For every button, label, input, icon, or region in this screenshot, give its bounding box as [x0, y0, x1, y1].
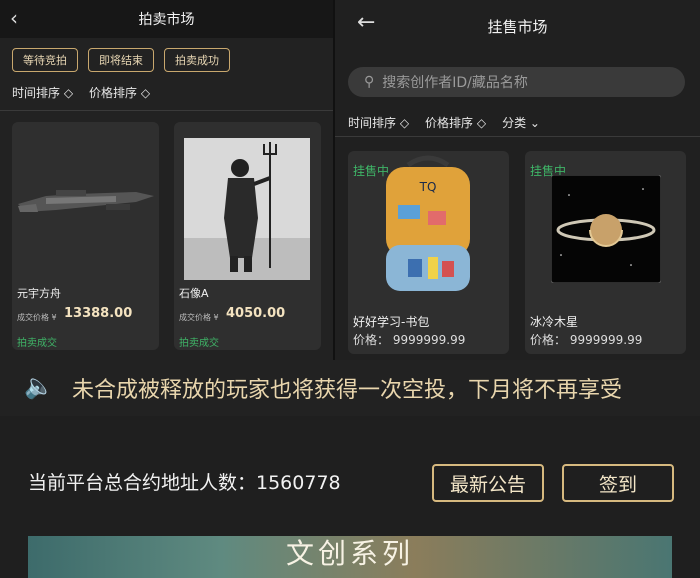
auction-market-panel: ‹ 拍卖市场 等待竞拍 即将结束 拍卖成功 时间排序 ◇ 价格排序 ◇ 元宇方舟…	[0, 0, 333, 360]
filter-success-button[interactable]: 拍卖成功	[164, 48, 230, 72]
search-input[interactable]: ⚲ 搜索创作者ID/藏品名称	[348, 67, 685, 97]
sort-time[interactable]: 时间排序 ◇	[348, 114, 409, 131]
announcement-text: 未合成被释放的玩家也将获得一次空投，下月将不再享受	[72, 378, 623, 403]
latest-announcement-button[interactable]: 最新公告	[432, 464, 544, 502]
category-dropdown[interactable]: 分类 ⌄	[502, 114, 540, 131]
auction-item-card[interactable]: 元宇方舟 成交价格 ¥ 13388.00 拍卖成交	[12, 122, 159, 350]
status-badge: 拍卖成交	[17, 338, 57, 349]
resale-header: ← 挂售市场	[335, 0, 700, 52]
banner-title: 文创系列	[285, 537, 414, 570]
divider-line	[0, 110, 333, 111]
status-badge: 拍卖成交	[179, 338, 219, 349]
filter-waiting-button[interactable]: 等待竞拍	[12, 48, 78, 72]
auction-item-card[interactable]: 石像A 成交价格 ¥ 4050.00 拍卖成交	[174, 122, 321, 350]
sort-price[interactable]: 价格排序 ◇	[89, 84, 150, 101]
announcement-marquee[interactable]: 🔈 未合成被释放的玩家也将获得一次空投，下月将不再享受	[0, 360, 700, 416]
resale-market-panel: ← 挂售市场 ⚲ 搜索创作者ID/藏品名称 时间排序 ◇ 价格排序 ◇ 分类 ⌄…	[335, 0, 700, 360]
auction-header: ‹ 拍卖市场	[0, 0, 333, 38]
sort-price[interactable]: 价格排序 ◇	[425, 114, 486, 131]
svg-text:TQ: TQ	[419, 180, 437, 194]
resale-item-card[interactable]: 挂售中 冰冷木星 价格： 9999999.99	[525, 151, 686, 354]
back-arrow-icon[interactable]: ←	[357, 10, 375, 35]
page-title: 拍卖市场	[138, 12, 195, 28]
speaker-icon: 🔈	[24, 372, 54, 400]
divider-line	[335, 136, 700, 137]
filter-ending-button[interactable]: 即将结束	[88, 48, 154, 72]
item-name: 元宇方舟	[17, 287, 61, 300]
item-price: 价格： 9999999.99	[353, 333, 466, 347]
resale-item-card[interactable]: 挂售中 TQ 好好学习-书包 价格： 9999999.99	[348, 151, 509, 354]
sort-bar: 时间排序 ◇ 价格排序 ◇	[12, 84, 150, 101]
checkin-button[interactable]: 签到	[562, 464, 674, 502]
statue-image	[184, 138, 310, 280]
spaceship-image	[18, 190, 154, 212]
sort-time[interactable]: 时间排序 ◇	[12, 84, 73, 101]
sort-bar: 时间排序 ◇ 价格排序 ◇ 分类 ⌄	[348, 114, 540, 131]
backpack-image: TQ	[386, 155, 470, 291]
search-icon: ⚲	[364, 74, 375, 90]
item-name: 冰冷木星	[530, 315, 579, 329]
price-value: 4050.00	[226, 306, 286, 321]
price-label: 成交价格 ¥	[179, 313, 219, 322]
cultural-series-banner[interactable]: 文创系列	[28, 536, 672, 578]
back-icon[interactable]: ‹	[10, 6, 18, 30]
price-label: 成交价格 ¥	[17, 313, 57, 322]
contract-address-count: 当前平台总合约地址人数：1560778	[28, 472, 341, 494]
search-placeholder: 搜索创作者ID/藏品名称	[382, 75, 528, 91]
item-price: 价格： 9999999.99	[530, 333, 643, 347]
item-name: 石像A	[179, 287, 209, 300]
saturn-image	[551, 175, 661, 283]
item-name: 好好学习-书包	[353, 315, 430, 329]
page-title: 挂售市场	[487, 17, 548, 36]
price-value: 13388.00	[64, 306, 133, 321]
